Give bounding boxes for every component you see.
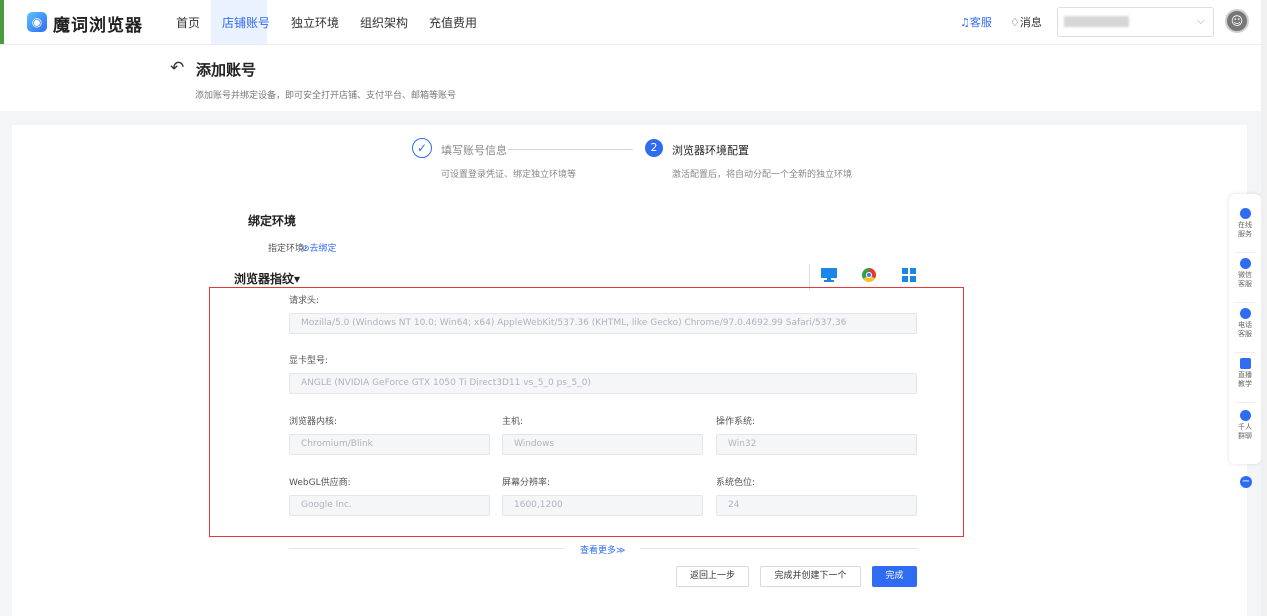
chrome-icon[interactable] bbox=[862, 268, 876, 282]
user-agent-label: 请求头: bbox=[289, 296, 320, 306]
fb-label: 客服 bbox=[1238, 280, 1252, 288]
page-header bbox=[0, 45, 1267, 111]
back-arrow-icon[interactable]: ↶ bbox=[170, 58, 184, 78]
step2-desc: 激活配置后，将自动分配一个全新的独立环境 bbox=[672, 170, 853, 180]
nav-tab-organization[interactable]: 组织架构 bbox=[360, 14, 408, 31]
webgl-vendor-label: WebGL供应商: bbox=[289, 478, 351, 488]
step1-desc: 可设置登录凭证、绑定独立环境等 bbox=[441, 170, 577, 180]
os-label: 操作系统: bbox=[716, 417, 756, 427]
collapse-minus-icon[interactable]: − bbox=[1240, 476, 1252, 488]
resolution-label: 屏幕分辨率: bbox=[502, 478, 551, 488]
color-depth-label: 系统色位: bbox=[716, 478, 756, 488]
live-teaching-button[interactable]: 直播 教学 bbox=[1229, 358, 1261, 389]
divider bbox=[640, 548, 918, 549]
host-label: 主机: bbox=[502, 417, 524, 427]
nav-tab-home[interactable]: 首页 bbox=[176, 14, 200, 31]
fingerprint-toggle[interactable]: 浏览器指纹▾ bbox=[234, 270, 300, 287]
go-bind-link[interactable]: ⊘去绑定 bbox=[302, 241, 337, 254]
wechat-service-button[interactable]: 微信 客服 bbox=[1229, 258, 1261, 289]
divider bbox=[289, 548, 565, 549]
fb-label: 教学 bbox=[1238, 380, 1252, 388]
page-title: 添加账号 bbox=[196, 61, 257, 79]
floating-service-bar: 在线 服务 微信 客服 电话 客服 直播 教学 千人 群聊 bbox=[1229, 194, 1261, 464]
finish-button[interactable]: 完成 bbox=[872, 566, 917, 587]
fb-label: 群聊 bbox=[1238, 432, 1252, 440]
nav-tab-environments[interactable]: 独立环境 bbox=[291, 14, 339, 31]
group-icon bbox=[1239, 410, 1251, 421]
page-subtitle: 添加账号并绑定设备，即可安全打开店铺、支付平台、邮箱等账号 bbox=[195, 91, 457, 101]
wechat-icon bbox=[1239, 258, 1251, 269]
finish-and-next-button[interactable]: 完成并创建下一个 bbox=[760, 566, 861, 587]
step1-check-icon: ✓ bbox=[412, 138, 432, 158]
fb-label: 直播 bbox=[1238, 371, 1252, 379]
app-logo-text[interactable]: 魔词浏览器 bbox=[53, 11, 143, 36]
messages-link[interactable]: ♢消息 bbox=[1010, 14, 1042, 30]
host-field[interactable]: Windows bbox=[502, 434, 703, 455]
fb-label: 千人 bbox=[1238, 423, 1252, 431]
phone-service-button[interactable]: 电话 客服 bbox=[1229, 308, 1261, 339]
video-icon bbox=[1239, 358, 1251, 369]
os-field[interactable]: Win32 bbox=[716, 434, 917, 455]
phone-icon bbox=[1239, 308, 1251, 319]
step-connector bbox=[508, 149, 633, 150]
headset-icon bbox=[1239, 208, 1251, 219]
fb-label: 服务 bbox=[1238, 230, 1252, 238]
chrome-center bbox=[866, 272, 872, 278]
fb-label: 客服 bbox=[1238, 330, 1252, 338]
chevron-down-icon: ⌵ bbox=[1196, 14, 1205, 27]
nav-tab-recharge[interactable]: 充值费用 bbox=[429, 14, 477, 31]
gpu-label: 显卡型号: bbox=[289, 356, 329, 366]
user-agent-field[interactable]: Mozilla/5.0 (Windows NT 10.0; Win64; x64… bbox=[289, 313, 917, 334]
group-chat-button[interactable]: 千人 群聊 bbox=[1229, 410, 1261, 441]
resolution-field[interactable]: 1600,1200 bbox=[502, 495, 703, 516]
step1-title[interactable]: 填写账号信息 bbox=[441, 142, 507, 158]
avatar[interactable]: ☺ bbox=[1225, 9, 1249, 33]
monitor-icon[interactable] bbox=[821, 268, 837, 282]
account-select[interactable]: ⌵ bbox=[1057, 7, 1214, 37]
step2-number-icon: 2 bbox=[645, 139, 663, 157]
webgl-vendor-field[interactable]: Google Inc. bbox=[289, 495, 490, 516]
support-link[interactable]: ♫客服 bbox=[960, 14, 992, 30]
account-name-redacted bbox=[1064, 16, 1129, 27]
window-edge-stripe bbox=[0, 0, 4, 44]
bind-env-title: 绑定环境 bbox=[248, 214, 297, 228]
online-service-button[interactable]: 在线 服务 bbox=[1229, 208, 1261, 239]
engine-label: 浏览器内核: bbox=[289, 417, 338, 427]
nav-tab-shop-accounts[interactable]: 店铺账号 bbox=[222, 14, 270, 31]
step2-title: 浏览器环境配置 bbox=[672, 144, 749, 157]
view-more-link[interactable]: 查看更多≫ bbox=[580, 543, 625, 556]
scrollbar[interactable] bbox=[1261, 0, 1267, 616]
gpu-field[interactable]: ANGLE (NVIDIA GeForce GTX 1050 Ti Direct… bbox=[289, 373, 917, 394]
logo-icon: ◉ bbox=[27, 12, 47, 32]
fb-label: 电话 bbox=[1238, 321, 1252, 329]
back-button[interactable]: 返回上一步 bbox=[676, 566, 749, 587]
color-depth-field[interactable]: 24 bbox=[716, 495, 917, 516]
fb-label: 在线 bbox=[1238, 221, 1252, 229]
windows-icon[interactable] bbox=[902, 268, 916, 282]
engine-field[interactable]: Chromium/Blink bbox=[289, 434, 490, 455]
fb-label: 微信 bbox=[1238, 271, 1252, 279]
